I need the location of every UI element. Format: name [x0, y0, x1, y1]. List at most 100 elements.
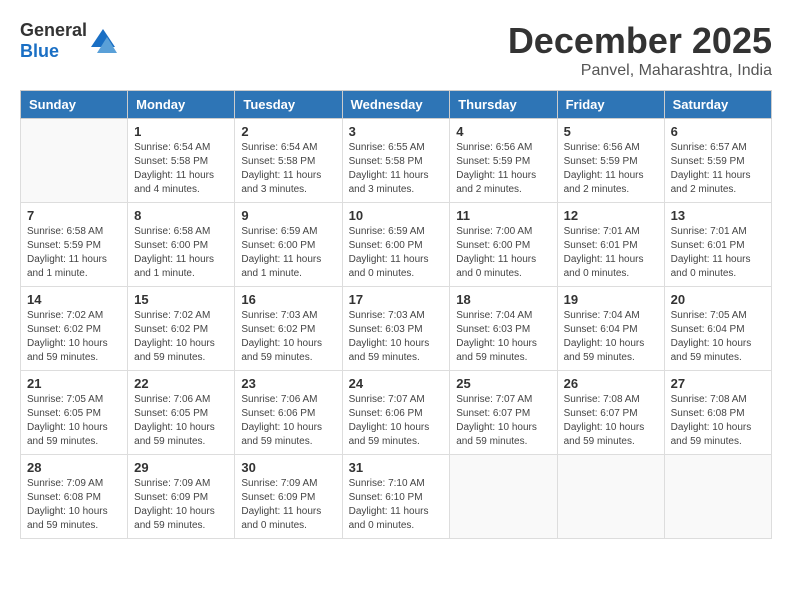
day-info: Sunrise: 7:06 AM Sunset: 6:06 PM Dayligh…: [241, 393, 335, 449]
calendar-cell: [664, 455, 771, 539]
calendar-cell: 13 Sunrise: 7:01 AM Sunset: 6:01 PM Dayli…: [664, 203, 771, 287]
calendar-cell: 5 Sunrise: 6:56 AM Sunset: 5:59 PM Daylig…: [557, 119, 664, 203]
day-of-week-header: Tuesday: [235, 91, 342, 119]
day-info: Sunrise: 7:03 AM Sunset: 6:03 PM Dayligh…: [349, 309, 444, 365]
header: General Blue December 2025 Panvel, Mahar…: [20, 20, 772, 80]
calendar-cell: 14 Sunrise: 7:02 AM Sunset: 6:02 PM Dayli…: [21, 287, 128, 371]
calendar-week-row: 28 Sunrise: 7:09 AM Sunset: 6:08 PM Dayli…: [21, 455, 772, 539]
day-number: 1: [134, 124, 228, 139]
day-info: Sunrise: 6:56 AM Sunset: 5:59 PM Dayligh…: [564, 141, 658, 197]
calendar-cell: 11 Sunrise: 7:00 AM Sunset: 6:00 PM Dayli…: [450, 203, 557, 287]
calendar-cell: 3 Sunrise: 6:55 AM Sunset: 5:58 PM Daylig…: [342, 119, 450, 203]
day-number: 10: [349, 208, 444, 223]
day-number: 16: [241, 292, 335, 307]
day-number: 4: [456, 124, 550, 139]
day-info: Sunrise: 6:57 AM Sunset: 5:59 PM Dayligh…: [671, 141, 765, 197]
day-number: 2: [241, 124, 335, 139]
day-number: 12: [564, 208, 658, 223]
day-number: 28: [27, 460, 121, 475]
calendar-cell: 25Sunrise: 7:07 AM Sunset: 6:07 PM Dayli…: [450, 371, 557, 455]
logo: General Blue: [20, 20, 117, 62]
day-info: Sunrise: 7:07 AM Sunset: 6:06 PM Dayligh…: [349, 393, 444, 449]
calendar-cell: 8 Sunrise: 6:58 AM Sunset: 6:00 PM Daylig…: [128, 203, 235, 287]
calendar-cell: [21, 119, 128, 203]
day-info: Sunrise: 6:58 AM Sunset: 6:00 PM Dayligh…: [134, 225, 228, 281]
calendar-cell: 31Sunrise: 7:10 AM Sunset: 6:10 PM Dayli…: [342, 455, 450, 539]
day-number: 27: [671, 376, 765, 391]
day-number: 29: [134, 460, 228, 475]
logo-text: General Blue: [20, 20, 87, 62]
day-number: 5: [564, 124, 658, 139]
day-number: 19: [564, 292, 658, 307]
day-info: Sunrise: 6:56 AM Sunset: 5:59 PM Dayligh…: [456, 141, 550, 197]
day-of-week-header: Sunday: [21, 91, 128, 119]
day-number: 14: [27, 292, 121, 307]
day-of-week-header: Saturday: [664, 91, 771, 119]
calendar-cell: 6Sunrise: 6:57 AM Sunset: 5:59 PM Daylig…: [664, 119, 771, 203]
calendar-cell: 18Sunrise: 7:04 AM Sunset: 6:03 PM Dayli…: [450, 287, 557, 371]
day-info: Sunrise: 7:05 AM Sunset: 6:04 PM Dayligh…: [671, 309, 765, 365]
title-area: December 2025 Panvel, Maharashtra, India: [508, 20, 772, 80]
day-number: 3: [349, 124, 444, 139]
calendar-cell: 27 Sunrise: 7:08 AM Sunset: 6:08 PM Dayli…: [664, 371, 771, 455]
day-number: 23: [241, 376, 335, 391]
day-info: Sunrise: 6:59 AM Sunset: 6:00 PM Dayligh…: [349, 225, 444, 281]
day-number: 30: [241, 460, 335, 475]
day-info: Sunrise: 7:04 AM Sunset: 6:03 PM Dayligh…: [456, 309, 550, 365]
calendar-cell: 28 Sunrise: 7:09 AM Sunset: 6:08 PM Dayli…: [21, 455, 128, 539]
calendar-cell: 21Sunrise: 7:05 AM Sunset: 6:05 PM Dayli…: [21, 371, 128, 455]
day-number: 13: [671, 208, 765, 223]
calendar-cell: 7 Sunrise: 6:58 AM Sunset: 5:59 PM Daylig…: [21, 203, 128, 287]
day-info: Sunrise: 7:02 AM Sunset: 6:02 PM Dayligh…: [27, 309, 121, 365]
calendar: SundayMondayTuesdayWednesdayThursdayFrid…: [20, 90, 772, 539]
day-info: Sunrise: 7:09 AM Sunset: 6:09 PM Dayligh…: [134, 477, 228, 533]
month-title: December 2025: [508, 20, 772, 62]
calendar-cell: 4 Sunrise: 6:56 AM Sunset: 5:59 PM Daylig…: [450, 119, 557, 203]
day-info: Sunrise: 7:03 AM Sunset: 6:02 PM Dayligh…: [241, 309, 335, 365]
day-number: 8: [134, 208, 228, 223]
day-number: 31: [349, 460, 444, 475]
logo-general: General: [20, 20, 87, 40]
calendar-cell: 26 Sunrise: 7:08 AM Sunset: 6:07 PM Dayli…: [557, 371, 664, 455]
calendar-cell: 20 Sunrise: 7:05 AM Sunset: 6:04 PM Dayli…: [664, 287, 771, 371]
day-number: 20: [671, 292, 765, 307]
day-number: 17: [349, 292, 444, 307]
calendar-cell: 12 Sunrise: 7:01 AM Sunset: 6:01 PM Dayli…: [557, 203, 664, 287]
calendar-cell: 29 Sunrise: 7:09 AM Sunset: 6:09 PM Dayli…: [128, 455, 235, 539]
day-info: Sunrise: 6:55 AM Sunset: 5:58 PM Dayligh…: [349, 141, 444, 197]
day-info: Sunrise: 7:01 AM Sunset: 6:01 PM Dayligh…: [564, 225, 658, 281]
day-number: 7: [27, 208, 121, 223]
day-number: 26: [564, 376, 658, 391]
calendar-cell: 9Sunrise: 6:59 AM Sunset: 6:00 PM Daylig…: [235, 203, 342, 287]
day-of-week-header: Monday: [128, 91, 235, 119]
calendar-week-row: 7 Sunrise: 6:58 AM Sunset: 5:59 PM Daylig…: [21, 203, 772, 287]
day-info: Sunrise: 6:54 AM Sunset: 5:58 PM Dayligh…: [134, 141, 228, 197]
day-info: Sunrise: 7:01 AM Sunset: 6:01 PM Dayligh…: [671, 225, 765, 281]
day-info: Sunrise: 7:09 AM Sunset: 6:08 PM Dayligh…: [27, 477, 121, 533]
calendar-cell: 30 Sunrise: 7:09 AM Sunset: 6:09 PM Dayli…: [235, 455, 342, 539]
day-number: 24: [349, 376, 444, 391]
day-number: 25: [456, 376, 550, 391]
calendar-cell: [450, 455, 557, 539]
logo-blue: Blue: [20, 41, 59, 61]
calendar-week-row: 21Sunrise: 7:05 AM Sunset: 6:05 PM Dayli…: [21, 371, 772, 455]
calendar-cell: 22Sunrise: 7:06 AM Sunset: 6:05 PM Dayli…: [128, 371, 235, 455]
calendar-cell: 15Sunrise: 7:02 AM Sunset: 6:02 PM Dayli…: [128, 287, 235, 371]
calendar-week-row: 14 Sunrise: 7:02 AM Sunset: 6:02 PM Dayli…: [21, 287, 772, 371]
calendar-week-row: 1 Sunrise: 6:54 AM Sunset: 5:58 PM Daylig…: [21, 119, 772, 203]
day-info: Sunrise: 7:09 AM Sunset: 6:09 PM Dayligh…: [241, 477, 335, 533]
day-info: Sunrise: 7:00 AM Sunset: 6:00 PM Dayligh…: [456, 225, 550, 281]
day-info: Sunrise: 6:54 AM Sunset: 5:58 PM Dayligh…: [241, 141, 335, 197]
day-info: Sunrise: 7:08 AM Sunset: 6:08 PM Dayligh…: [671, 393, 765, 449]
day-number: 22: [134, 376, 228, 391]
day-number: 11: [456, 208, 550, 223]
calendar-cell: 19Sunrise: 7:04 AM Sunset: 6:04 PM Dayli…: [557, 287, 664, 371]
day-number: 15: [134, 292, 228, 307]
day-info: Sunrise: 6:58 AM Sunset: 5:59 PM Dayligh…: [27, 225, 121, 281]
location: Panvel, Maharashtra, India: [508, 62, 772, 80]
day-of-week-header: Friday: [557, 91, 664, 119]
day-of-week-header: Wednesday: [342, 91, 450, 119]
day-info: Sunrise: 7:08 AM Sunset: 6:07 PM Dayligh…: [564, 393, 658, 449]
calendar-cell: 10 Sunrise: 6:59 AM Sunset: 6:00 PM Dayli…: [342, 203, 450, 287]
day-info: Sunrise: 7:05 AM Sunset: 6:05 PM Dayligh…: [27, 393, 121, 449]
